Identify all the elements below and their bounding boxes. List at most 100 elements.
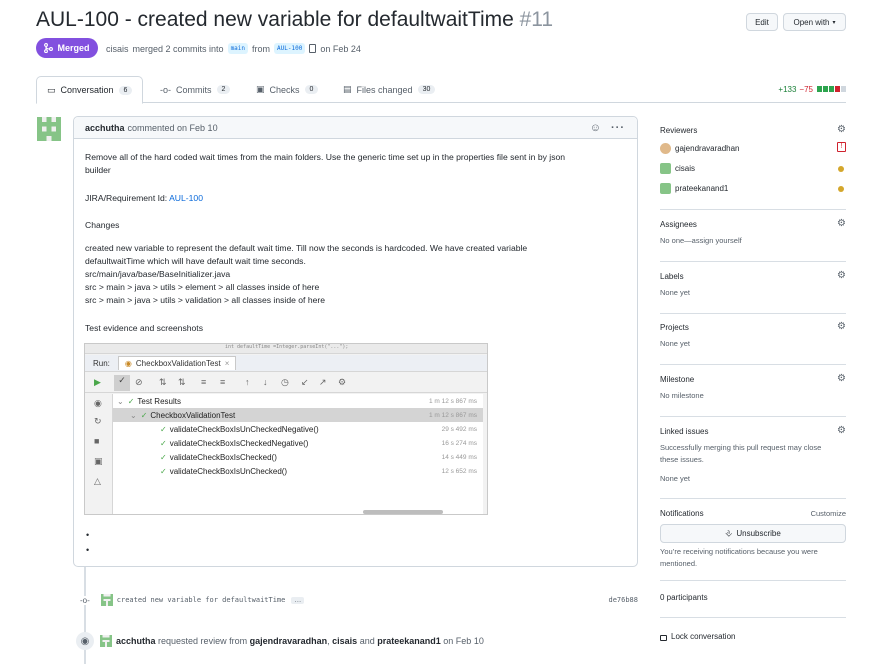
tree-time: 12 s 652 ms	[441, 467, 477, 475]
linked-issues-value: None yet	[660, 474, 691, 483]
sidebar-participants: 0 participants	[660, 588, 846, 618]
timeline-commit: -o- created new variable for defaultwait…	[80, 594, 640, 606]
commit-expand-button[interactable]: …	[291, 596, 305, 604]
reviewer-item[interactable]: prateekanand1	[660, 183, 728, 194]
ide-code-strip: int defaultTime =Integer.parseInt("...")…	[85, 344, 487, 354]
tree-label: CheckboxValidationTest	[150, 410, 236, 420]
lock-icon	[660, 634, 667, 641]
jira-line: JIRA/Requirement Id: AUL-100	[85, 192, 203, 205]
gear-icon[interactable]: ⚙	[837, 425, 846, 436]
comment-header: acchutha commented on Feb 10 ☺ ···	[74, 117, 637, 139]
review-author[interactable]: acchutha	[116, 636, 156, 646]
ide-toolbar: ▶ ✓ ⊘ ⇅ ⇅ ≡ ≡ ↑ ↓ ◷ ↙ ↗ ⚙	[85, 373, 487, 393]
tree-time: 16 s 274 ms	[441, 439, 477, 447]
check-filter-icon: ✓	[114, 375, 130, 391]
unsubscribe-label: Unsubscribe	[736, 529, 781, 538]
timeline-review-request: ◉ acchutha requested review from gajendr…	[76, 632, 636, 650]
customize-link[interactable]: Customize	[811, 508, 846, 520]
settings-icon: ⚙	[338, 377, 347, 387]
reviewer-item[interactable]: cisais	[660, 163, 695, 174]
gear-icon[interactable]: ⚙	[837, 218, 846, 229]
diffstat-deletions: −75	[799, 85, 813, 94]
pr-number: #11	[519, 8, 554, 31]
jira-link[interactable]: AUL-100	[169, 193, 203, 203]
stop-filter-icon: ⊘	[135, 377, 143, 387]
pin-icon: △	[94, 476, 101, 486]
merge-date: on Feb 24	[320, 43, 361, 54]
gear-icon[interactable]: ⚙	[837, 321, 846, 332]
pr-meta: cisais merged 2 commits into main from A…	[106, 43, 361, 54]
projects-value: None yet	[660, 339, 691, 348]
unsubscribe-button[interactable]: ⎀ Unsubscribe	[660, 524, 846, 543]
tree-row: ✓ validateCheckBoxIsChecked() 14 s 449 m…	[113, 450, 483, 464]
open-with-label: Open with	[793, 17, 830, 27]
assignees-value[interactable]: No one—assign yourself	[660, 235, 742, 247]
lock-conversation-link[interactable]: Lock conversation	[660, 632, 735, 641]
reviewer-link[interactable]: gajendravaradhan	[250, 636, 328, 646]
open-with-button[interactable]: Open with ▾	[783, 13, 846, 31]
reviewer-item[interactable]: gajendravaradhan	[660, 143, 740, 154]
reviewer-link[interactable]: cisais	[332, 636, 357, 646]
commit-author-avatar[interactable]	[100, 594, 113, 606]
ide-side-toolbar: ◉ ↻ ■ ▣ △	[85, 394, 113, 514]
tab-files-changed[interactable]: ▤ Files changed 30	[333, 76, 445, 103]
linked-issues-desc: Successfully merging this pull request m…	[660, 443, 822, 452]
gear-icon[interactable]: ⚙	[837, 270, 846, 281]
file-diff-icon: ▤	[343, 84, 352, 94]
play-icon: ▶	[94, 377, 101, 387]
pending-review-icon	[838, 166, 844, 172]
chevron-down-icon: ⌄	[130, 410, 137, 420]
description-line: Remove all of the hard coded wait times …	[85, 152, 566, 162]
bullet-item: •	[86, 545, 90, 555]
linked-issues-desc: these issues.	[660, 455, 704, 464]
smiley-icon[interactable]: ☺	[590, 122, 601, 134]
tab-conversation[interactable]: ▭ Conversation 6	[36, 76, 144, 104]
check-icon: ✓	[160, 438, 167, 448]
tab-counter: 2	[216, 85, 231, 94]
edit-button[interactable]: Edit	[746, 13, 778, 31]
tree-row: ✓ validateCheckBoxIsCheckedNegative() 16…	[113, 436, 483, 450]
merged-status-label: Merged	[57, 43, 90, 53]
checklist-icon: ▣	[256, 84, 265, 94]
head-branch[interactable]: AUL-100	[274, 43, 306, 54]
milestone-title: Milestone	[660, 375, 695, 384]
tab-checks[interactable]: ▣ Checks 0	[246, 76, 328, 103]
check-icon: ✓	[160, 452, 167, 462]
comment-discussion-icon: ▭	[47, 84, 56, 95]
milestone-value: No milestone	[660, 391, 704, 400]
review-date: on Feb 10	[443, 636, 484, 646]
tree-time: 29 s 492 ms	[441, 425, 477, 433]
lock-conversation-label: Lock conversation	[671, 632, 736, 641]
expand-icon: ≡	[201, 377, 207, 387]
gear-icon[interactable]: ⚙	[837, 124, 846, 135]
reviewer-name: cisais	[675, 164, 696, 173]
author-avatar[interactable]	[37, 117, 61, 141]
review-and: and	[359, 636, 375, 646]
copy-icon[interactable]	[309, 44, 317, 53]
commit-sha[interactable]: de76b88	[608, 596, 638, 604]
merge-text: merged 2 commits into	[132, 43, 224, 54]
reviewer-avatar	[660, 163, 671, 174]
commit-icon: -o-	[160, 84, 171, 95]
comment-meta[interactable]: commented on Feb 10	[128, 123, 218, 133]
base-branch[interactable]: main	[227, 43, 249, 54]
description-line: builder	[85, 165, 111, 175]
merged-status-badge: Merged	[36, 38, 98, 58]
labels-value: None yet	[660, 288, 691, 297]
pr-tabs: ▭ Conversation 6 -o- Commits 2 ▣ Checks …	[36, 76, 846, 104]
changes-line: src > main > java > utils > element > al…	[85, 282, 320, 292]
kebab-menu-icon[interactable]: ···	[611, 122, 625, 134]
tree-label: Test Results	[137, 396, 181, 406]
merge-author-link[interactable]: cisais	[106, 44, 129, 54]
tab-commits[interactable]: -o- Commits 2	[150, 76, 240, 103]
gear-icon[interactable]: ⚙	[837, 373, 846, 384]
commit-message[interactable]: created new variable for defaultwaitTime	[117, 596, 286, 604]
tree-label: validateCheckBoxIsChecked()	[169, 452, 277, 462]
comment-author[interactable]: acchutha	[85, 123, 125, 133]
reviewers-title: Reviewers	[660, 126, 698, 135]
review-author-avatar[interactable]	[100, 635, 112, 647]
test-evidence-screenshot[interactable]: int defaultTime =Integer.parseInt("...")…	[84, 343, 488, 515]
sidebar-labels: Labels ⚙ None yet	[660, 270, 846, 314]
tab-counter: 0	[304, 85, 319, 94]
reviewer-link[interactable]: prateekanand1	[377, 636, 441, 646]
